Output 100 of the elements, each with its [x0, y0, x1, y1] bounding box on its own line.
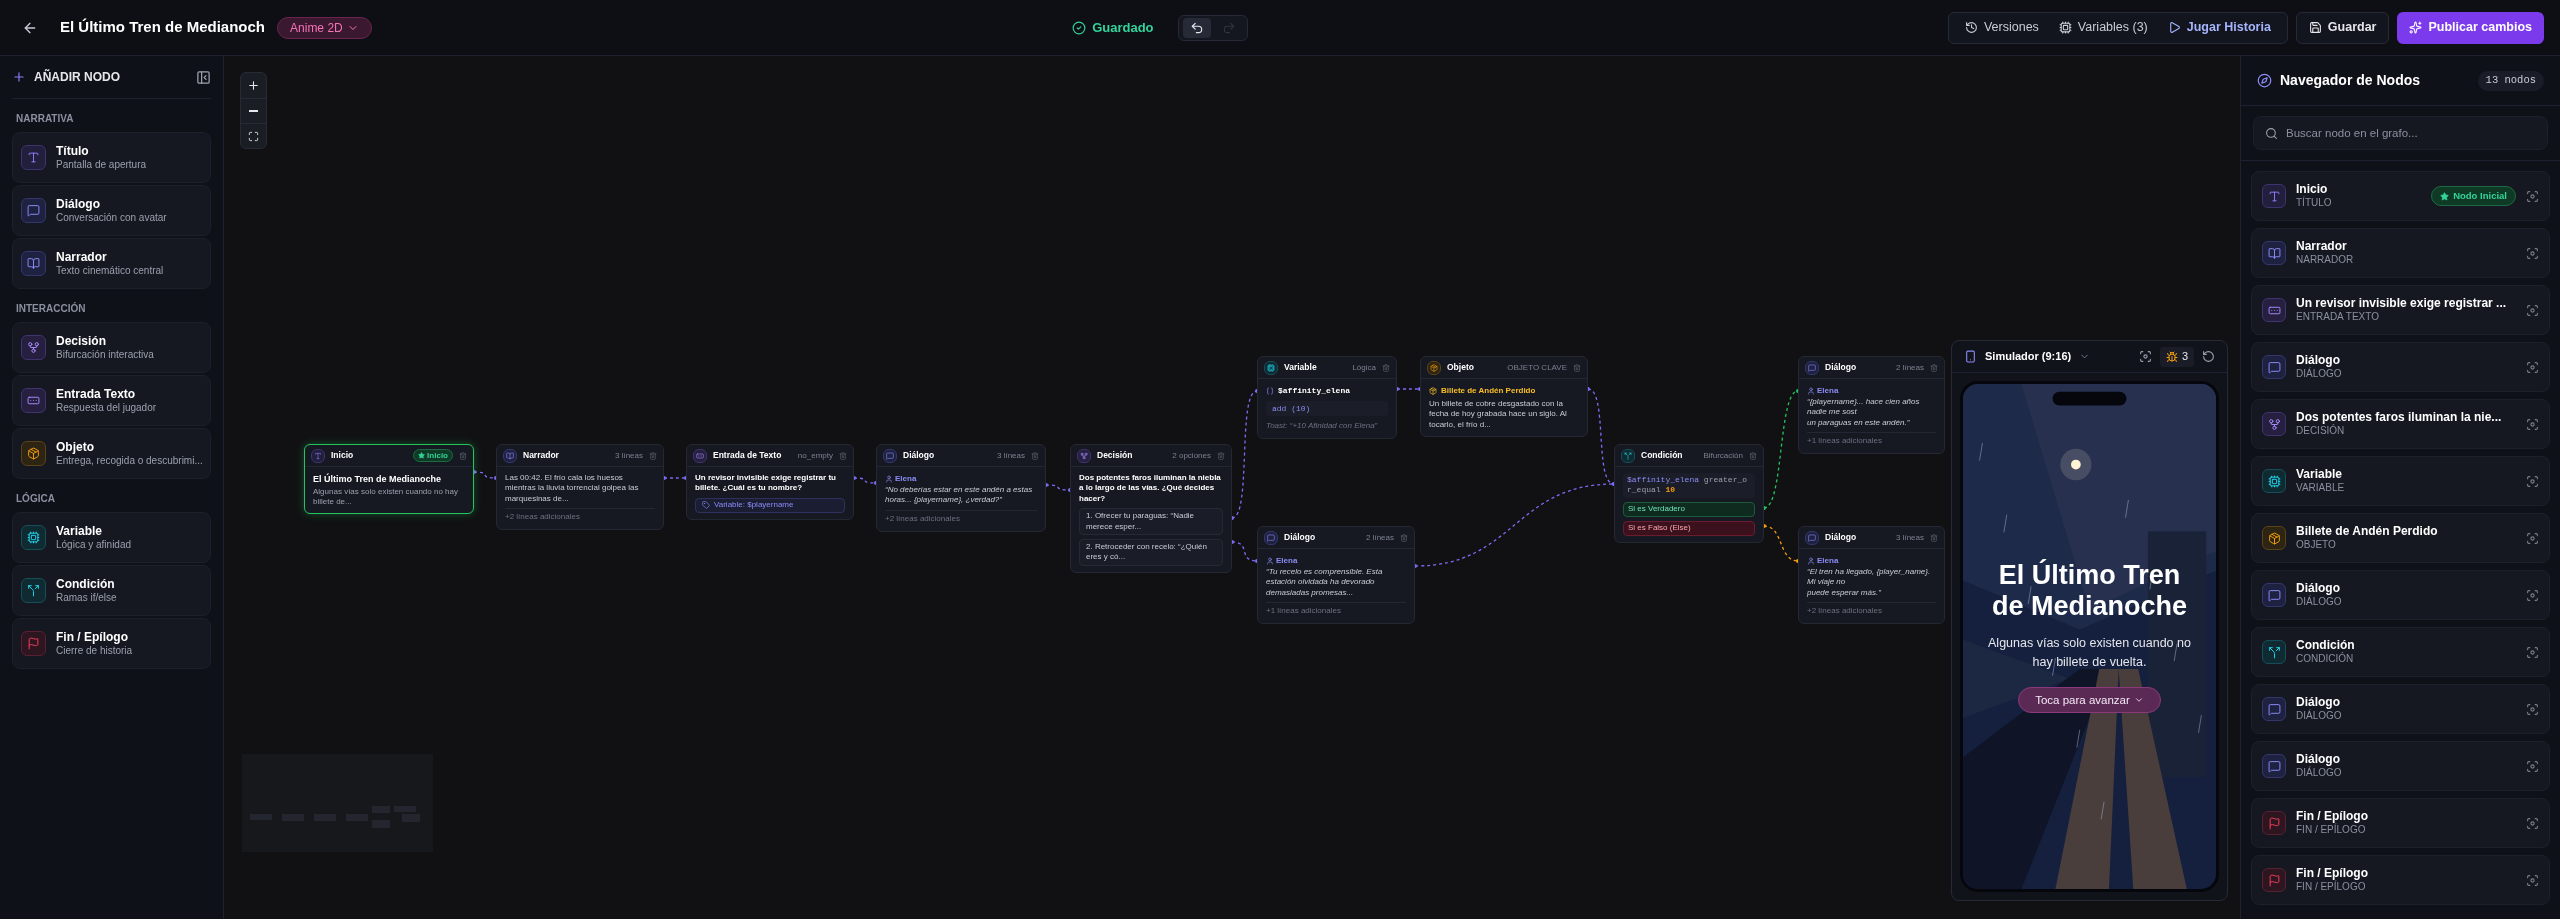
story-node[interactable]: Condición Bifurcación $affinity_elena greater_or_equal 10 Si es Verdadero Si es Falso (Else) [1614, 444, 1764, 543]
node-text: Algunas vías solo existen cuando no hay billete de... [313, 486, 459, 508]
node-title: Objeto [1447, 361, 1474, 374]
reset-icon[interactable] [2202, 350, 2215, 363]
story-node[interactable]: Variable Lógica $affinity_elena add (10) Toast: “+10 Afinidad con Elena” [1257, 356, 1397, 439]
focus-icon[interactable] [2526, 873, 2539, 887]
story-node[interactable]: Objeto OBJETO CLAVE Billete de Andén Perdido Un billete de cobre desgastado con la fecha de hoy grabada hace un siglo. Al tocarlo, el frío d... [1420, 356, 1588, 438]
navigator-item[interactable]: Fin / Epílogo FIN / EPÍLOGO [2251, 798, 2550, 848]
node-type-item[interactable]: Variable Lógica y afinidad [12, 512, 211, 563]
focus-icon[interactable] [2526, 531, 2539, 545]
speaker-label: Elena [895, 473, 917, 485]
node-title: Diálogo [1825, 361, 1857, 374]
dialog-line: “No deberías estar en este andén a estas horas... {playername}, ¿verdad?” [885, 485, 1034, 506]
save-status: Guardado [1072, 17, 1154, 38]
node-title: Diálogo [903, 449, 935, 462]
expand-icon [248, 130, 259, 142]
screen-subtitle: Algunas vías solo existen cuando no hay billete de vuelta. [1987, 634, 2192, 671]
node-type-item[interactable]: Decisión Bifurcación interactiva [12, 322, 211, 373]
decision-option[interactable]: 2. Retroceder con recelo: “¿Quién eres y có... [1079, 538, 1223, 566]
node-type-item[interactable]: Título Pantalla de apertura [12, 132, 211, 183]
item-title: Fin / Epílogo [2296, 866, 2369, 881]
node-type-item[interactable]: Objeto Entrega, recogida o descubrimi... [12, 428, 211, 479]
focus-icon[interactable] [2526, 417, 2539, 431]
story-node[interactable]: Diálogo 3 líneas Elena “El tren ha llegado, {player_name}. Mi viaje no puede esperar más.” +2 líneas adicionales [1798, 526, 1945, 625]
item-title: Fin / Epílogo [2296, 809, 2369, 824]
node-type-item[interactable]: Narrador Texto cinemático central [12, 238, 211, 289]
item-type: NARRADOR [2296, 254, 2355, 267]
story-node[interactable]: Entrada de Texto no_empty Un revisor invisible exige registrar tu billete. ¿Cuál es tu nombre? Variable: $playername [686, 444, 854, 520]
item-type: OBJETO [2296, 539, 2337, 552]
save-button[interactable]: Guardar [2295, 11, 2390, 44]
navigator-item[interactable]: Condición CONDICIÓN [2251, 627, 2550, 677]
item-type: DIÁLOGO [2296, 710, 2343, 723]
navigator-item[interactable]: Billete de Andén Perdido OBJETO [2251, 513, 2550, 563]
speech-bubble-icon [2262, 583, 2286, 607]
node-type-item[interactable]: Entrada Texto Respuesta del jugador [12, 375, 211, 426]
person-icon [885, 475, 893, 483]
speech-bubble-icon [21, 198, 46, 223]
chip-icon [2058, 21, 2072, 34]
history-icon [1964, 21, 1978, 34]
navigator-item[interactable]: Narrador NARRADOR [2251, 228, 2550, 278]
letter-t-icon [21, 145, 46, 170]
bug-counter[interactable]: 3 [2159, 346, 2194, 367]
focus-icon[interactable] [2526, 246, 2539, 260]
navigator-item[interactable]: Diálogo DIÁLOGO [2251, 684, 2550, 734]
navigator-item[interactable]: Variable VARIABLE [2251, 456, 2550, 506]
collapse-panel-icon[interactable] [196, 69, 211, 85]
genre-tag[interactable]: Anime 2D [277, 16, 372, 39]
play-icon [2167, 21, 2181, 34]
extra-lines-note: +1 líneas adicionales [1807, 432, 1936, 448]
story-node[interactable]: Diálogo 2 líneas Elena “{playername}... hace cien años nadie me sost un paraguas en este andén.” +1 líneas adicionales [1798, 356, 1945, 455]
navigator-item[interactable]: Diálogo DIÁLOGO [2251, 570, 2550, 620]
focus-icon[interactable] [2526, 360, 2539, 374]
undo-button[interactable] [1182, 17, 1211, 38]
box-icon [1429, 387, 1437, 395]
advance-button[interactable]: Toca para avanzar [2018, 687, 2161, 714]
focus-icon[interactable] [2526, 474, 2539, 488]
story-node[interactable]: Diálogo 2 líneas Elena “Tu recelo es comprensible. Esta estación olvidada ha devorado demasiadas promesas... +1 líneas adicionales [1257, 526, 1415, 625]
node-meta: 2 opciones [1172, 449, 1211, 462]
speech-bubble-icon [883, 448, 897, 463]
focus-icon[interactable] [2526, 702, 2539, 716]
navigator-item[interactable]: Diálogo DIÁLOGO [2251, 741, 2550, 791]
focus-icon[interactable] [2526, 759, 2539, 773]
object-name: Billete de Andén Perdido [1441, 385, 1536, 397]
decision-option[interactable]: 1. Ofrecer tu paraguas: “Nadie merece esper... [1079, 508, 1223, 535]
publish-button[interactable]: Publicar cambios [2397, 11, 2544, 44]
navigator-item[interactable]: Fin / Epílogo FIN / EPÍLOGO [2251, 855, 2550, 905]
navigator-item[interactable]: Diálogo DIÁLOGO [2251, 342, 2550, 392]
navigator-item[interactable]: Dos potentes faros iluminan la nie... DECISIÓN [2251, 399, 2550, 449]
extra-lines-note: +2 líneas adicionales [1807, 602, 1936, 618]
focus-icon[interactable] [2526, 303, 2539, 317]
navigator-item[interactable]: Un revisor invisible exige registrar ... ENTRADA TEXTO [2251, 285, 2550, 335]
navigator-item[interactable]: Inicio TÍTULO Nodo Inicial [2251, 171, 2550, 221]
story-node[interactable]: Decisión 2 opciones Dos potentes faros iluminan la niebla a lo largo de las vías. ¿Qué decides hacer? 1. Ofrecer tu paraguas: “Nadie merece esper... 2. Retroceder con recelo: “¿Quién eres y có... [1070, 444, 1232, 573]
item-type: FIN / EPÍLOGO [2296, 881, 2366, 894]
node-meta: 3 líneas [614, 449, 643, 462]
node-heading: Un revisor invisible exige registrar tu billete. ¿Cuál es tu nombre? [695, 473, 837, 494]
item-type: DIÁLOGO [2296, 368, 2343, 381]
node-type-item[interactable]: Fin / Epílogo Cierre de historia [12, 618, 211, 669]
story-node[interactable]: Diálogo 3 líneas Elena “No deberías estar en este andén a estas horas... {playername}, ¿verdad?” +2 líneas adicionales [876, 444, 1046, 532]
box-icon [1427, 360, 1441, 375]
toolbar-button[interactable]: Variables (3) [2050, 14, 2156, 41]
node-count: 13 nodos [2477, 70, 2544, 91]
variable-field: Variable: $playername [695, 497, 845, 513]
story-node[interactable]: Inicio Inicio El Último Tren de Medianoche Algunas vías solo existen cuando no hay billete de... [304, 444, 474, 515]
node-type-item[interactable]: Condición Ramas if/else [12, 565, 211, 616]
check-circle-icon [1072, 20, 1087, 35]
focus-icon[interactable] [2526, 816, 2539, 830]
focus-icon[interactable] [2526, 588, 2539, 602]
search-field[interactable]: Buscar nodo en el grafo... [2253, 116, 2548, 150]
node-title: Diálogo [1284, 531, 1316, 544]
extra-lines-note: +2 líneas adicionales [505, 508, 655, 524]
focus-icon[interactable] [2138, 350, 2152, 363]
story-node[interactable]: Narrador 3 líneas Las 00:42. El frío cala los huesos mientras la lluvia torrencial golpea las marquesinas de... +2 líneas adicionales [496, 444, 664, 531]
toolbar-button[interactable]: Jugar Historia [2159, 14, 2279, 41]
toolbar-button[interactable]: Versiones [1956, 14, 2047, 41]
speech-bubble-icon [2262, 355, 2286, 379]
focus-icon[interactable] [2526, 645, 2539, 659]
node-type-item[interactable]: Diálogo Conversación con avatar [12, 185, 211, 236]
dialog-line: un paraguas en este andén.” [1807, 417, 1911, 429]
focus-icon[interactable] [2526, 189, 2539, 203]
